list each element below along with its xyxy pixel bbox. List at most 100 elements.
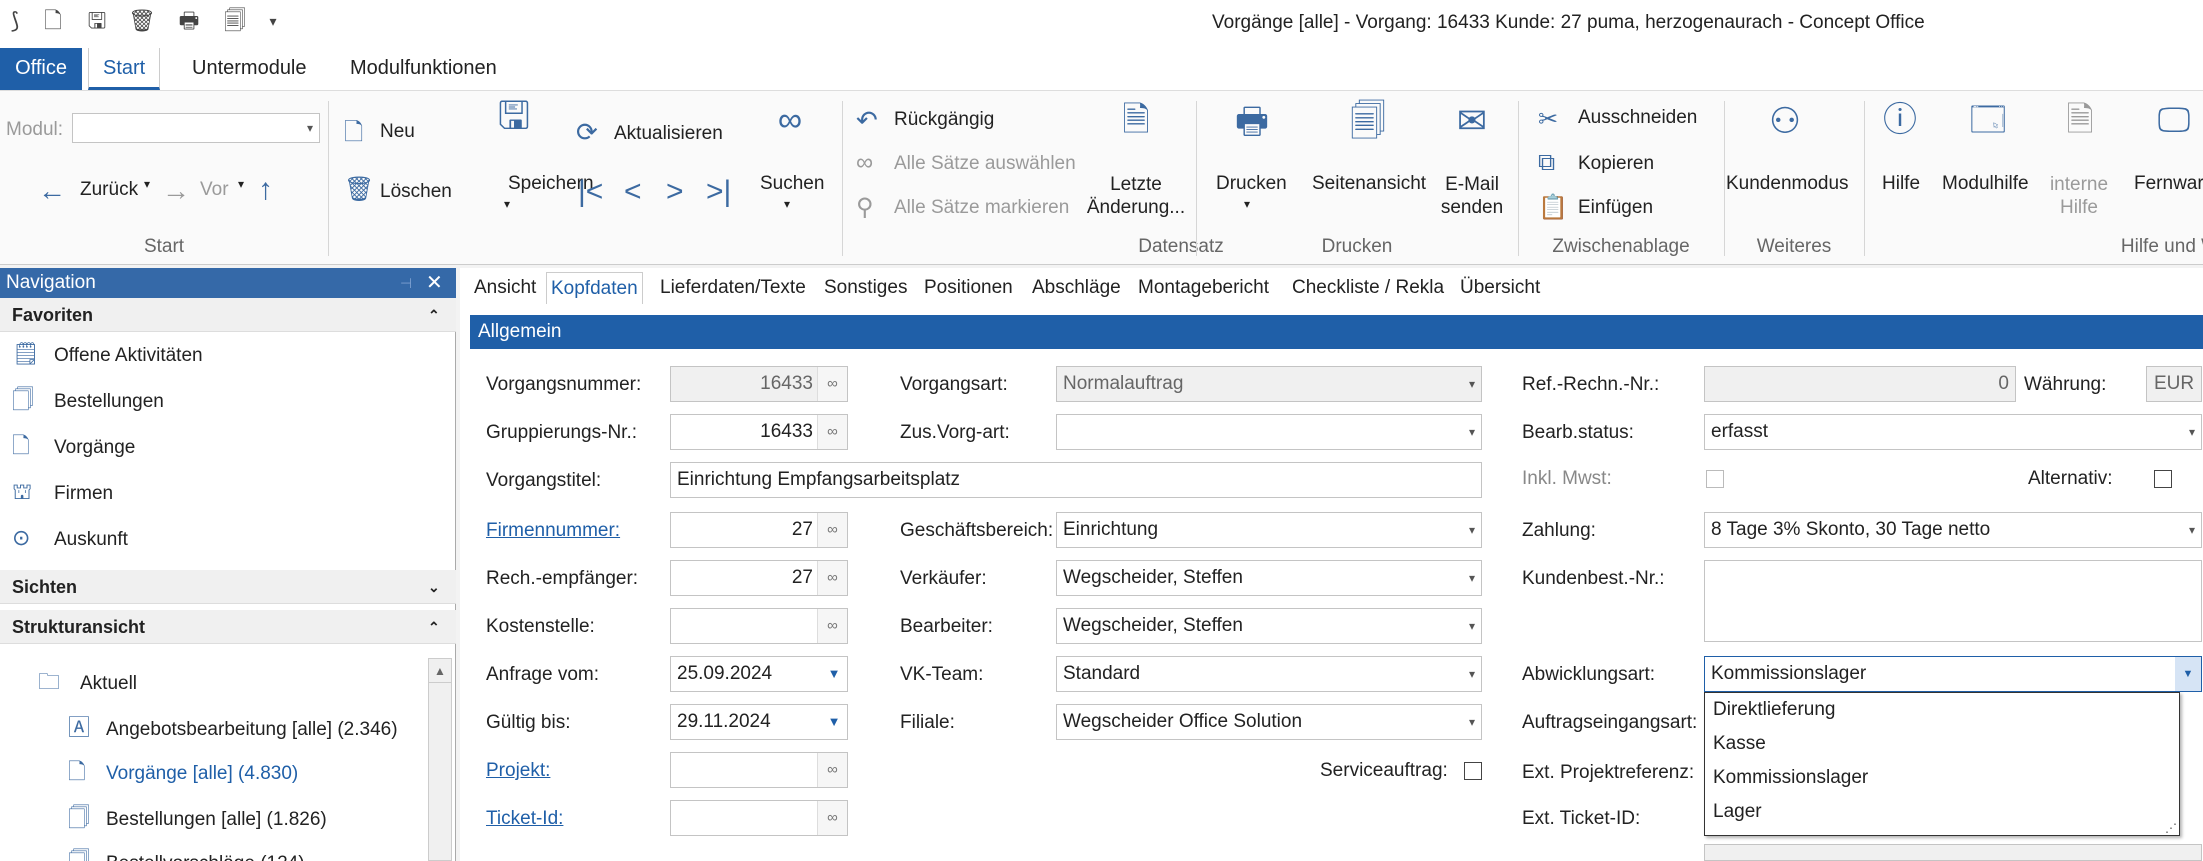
print-icon[interactable]: 🖶: [176, 8, 202, 34]
next-record-icon[interactable]: >: [666, 175, 684, 209]
ticket-link[interactable]: Ticket-Id:: [486, 808, 563, 830]
cut-button[interactable]: Ausschneiden: [1578, 107, 1697, 129]
calendar-dropdown-icon[interactable]: ▼: [821, 657, 847, 691]
previous-record-icon[interactable]: <: [624, 175, 642, 209]
tab-modulfunktionen[interactable]: Modulfunktionen: [336, 48, 511, 90]
pin-icon[interactable]: ⊣: [400, 268, 412, 298]
gueltig-date-field[interactable]: 29.11.2024 ▼: [670, 704, 848, 740]
collapse-icon[interactable]: ⌃: [428, 298, 440, 332]
section-sichten[interactable]: Sichten ⌄: [0, 570, 456, 604]
undo-button[interactable]: Rückgängig: [894, 109, 994, 131]
binoculars-icon[interactable]: ∞: [817, 801, 847, 835]
chevron-down-icon[interactable]: ▼: [2175, 657, 2201, 691]
app-logo-icon[interactable]: ⟆: [2, 8, 28, 34]
tree-item-aktuell[interactable]: 🗀 Aktuell: [38, 662, 137, 702]
dropdown-option-lager[interactable]: Lager: [1705, 795, 2179, 829]
binoculars-icon[interactable]: ∞: [817, 753, 847, 787]
projekt-field[interactable]: ∞: [670, 752, 848, 788]
select-all-button[interactable]: Alle Sätze auswählen: [894, 153, 1076, 175]
mark-all-button[interactable]: Alle Sätze markieren: [894, 197, 1069, 219]
firmennummer-link[interactable]: Firmennummer:: [486, 520, 620, 542]
binoculars-icon[interactable]: ∞: [817, 609, 847, 643]
hidden-field[interactable]: [1704, 844, 2202, 861]
rechempf-field[interactable]: 27 ∞: [670, 560, 848, 596]
tab-office[interactable]: Office: [0, 48, 82, 90]
print-dropdown-icon[interactable]: ▾: [1244, 197, 1250, 211]
new-button[interactable]: Neu: [380, 121, 415, 143]
filiale-select[interactable]: Wegscheider Office Solution ▾: [1056, 704, 1482, 740]
resize-grip-icon[interactable]: ⋰: [2165, 821, 2177, 835]
last-changes-button[interactable]: Letzte Änderung...: [1080, 173, 1192, 219]
serviceauftrag-checkbox[interactable]: [1464, 762, 1482, 780]
collapse-icon[interactable]: ⌃: [428, 610, 440, 644]
last-record-icon[interactable]: >|: [706, 175, 731, 209]
alternativ-checkbox[interactable]: [2154, 470, 2172, 488]
abwicklungsart-select[interactable]: Kommissionslager ▼: [1704, 656, 2202, 692]
vorgangstitel-field[interactable]: Einrichtung Empfangsarbeitsplatz: [670, 462, 1482, 498]
save-icon[interactable]: 🖫: [84, 8, 110, 34]
tab-uebersicht[interactable]: Übersicht: [1456, 272, 1544, 304]
dropdown-option-kommissionslager[interactable]: Kommissionslager: [1705, 761, 2179, 795]
section-strukturansicht[interactable]: Strukturansicht ⌃: [0, 610, 456, 644]
nav-item-bestellungen[interactable]: 🗍 Bestellungen: [12, 380, 164, 420]
tab-abschlaege[interactable]: Abschläge: [1028, 272, 1125, 304]
tab-kopfdaten[interactable]: Kopfdaten: [546, 272, 643, 304]
binoculars-icon[interactable]: ∞: [817, 561, 847, 595]
zusvorgart-select[interactable]: ▾: [1056, 414, 1482, 450]
modul-select[interactable]: ▾: [72, 113, 320, 143]
copy-button[interactable]: Kopieren: [1578, 153, 1654, 175]
print-button[interactable]: Drucken: [1216, 173, 1287, 195]
forward-button[interactable]: Vor: [200, 179, 229, 201]
binoculars-icon[interactable]: ∞: [817, 415, 847, 449]
calendar-dropdown-icon[interactable]: ▼: [821, 705, 847, 739]
up-arrow-icon[interactable]: ↑: [258, 173, 273, 207]
tab-start[interactable]: Start: [88, 48, 161, 90]
firmennummer-field[interactable]: 27 ∞: [670, 512, 848, 548]
refresh-button[interactable]: Aktualisieren: [614, 123, 723, 145]
forward-arrow-icon[interactable]: →: [162, 175, 190, 207]
nav-item-auskunft[interactable]: ⊙ Auskunft: [12, 518, 128, 558]
verkaeufer-select[interactable]: Wegscheider, Steffen ▾: [1056, 560, 1482, 596]
tab-untermodule[interactable]: Untermodule: [178, 48, 321, 90]
ticket-field[interactable]: ∞: [670, 800, 848, 836]
back-button[interactable]: Zurück: [80, 179, 138, 201]
tab-lieferdaten[interactable]: Lieferdaten/Texte: [656, 272, 810, 304]
save-dropdown-icon[interactable]: ▾: [504, 197, 510, 211]
help-button[interactable]: Hilfe: [1882, 173, 1920, 195]
vorgangsart-select[interactable]: Normalauftrag ▾: [1056, 366, 1482, 402]
tab-montagebericht[interactable]: Montagebericht: [1134, 272, 1273, 304]
search-button[interactable]: Suchen: [760, 173, 824, 195]
geschaeftsbereich-select[interactable]: Einrichtung ▾: [1056, 512, 1482, 548]
paste-button[interactable]: Einfügen: [1578, 197, 1653, 219]
bearbstatus-select[interactable]: erfasst ▾: [1704, 414, 2202, 450]
projekt-link[interactable]: Projekt:: [486, 760, 550, 782]
waehrung-field[interactable]: EUR: [2146, 366, 2202, 402]
expand-icon[interactable]: ⌄: [428, 570, 440, 604]
tab-checkliste[interactable]: Checkliste / Rekla: [1288, 272, 1448, 304]
dropdown-option-direktlieferung[interactable]: Direktlieferung: [1705, 693, 2179, 727]
back-arrow-icon[interactable]: ←: [38, 175, 66, 207]
page-preview-button[interactable]: Seitenansicht: [1312, 173, 1426, 195]
nav-item-vorgaenge[interactable]: 🗋 Vorgänge: [12, 426, 135, 466]
scroll-up-icon[interactable]: ▲: [429, 659, 451, 683]
tree-item-bestellungen[interactable]: 🗍 Bestellungen [alle] (1.826): [68, 798, 327, 838]
kostenstelle-field[interactable]: ∞: [670, 608, 848, 644]
new-document-icon[interactable]: 🗋: [40, 8, 66, 34]
tab-positionen[interactable]: Positionen: [920, 272, 1017, 304]
first-record-icon[interactable]: |<: [578, 175, 603, 209]
customer-mode-button[interactable]: Kundenmodus: [1726, 173, 1849, 195]
delete-button[interactable]: Löschen: [380, 181, 452, 203]
tab-ansicht[interactable]: Ansicht: [470, 272, 540, 304]
nav-item-firmen[interactable]: ⛫ Firmen: [12, 472, 113, 512]
tree-item-vorgaenge[interactable]: 🗋 Vorgänge [alle] (4.830): [68, 752, 298, 792]
close-icon[interactable]: ✕: [426, 268, 443, 298]
tree-scrollbar[interactable]: ▲: [428, 658, 452, 861]
binoculars-icon[interactable]: ∞: [817, 367, 847, 401]
email-button[interactable]: E-Mail senden: [1436, 173, 1508, 219]
section-favoriten[interactable]: Favoriten ⌃: [0, 298, 456, 332]
gruppierung-field[interactable]: 16433 ∞: [670, 414, 848, 450]
internal-help-button[interactable]: interne Hilfe: [2048, 173, 2110, 219]
tree-item-angebotsbearbeitung[interactable]: 🄰 Angebotsbearbeitung [alle] (2.346): [68, 708, 398, 748]
refrechn-field[interactable]: 0: [1704, 366, 2016, 402]
anfrage-date-field[interactable]: 25.09.2024 ▼: [670, 656, 848, 692]
